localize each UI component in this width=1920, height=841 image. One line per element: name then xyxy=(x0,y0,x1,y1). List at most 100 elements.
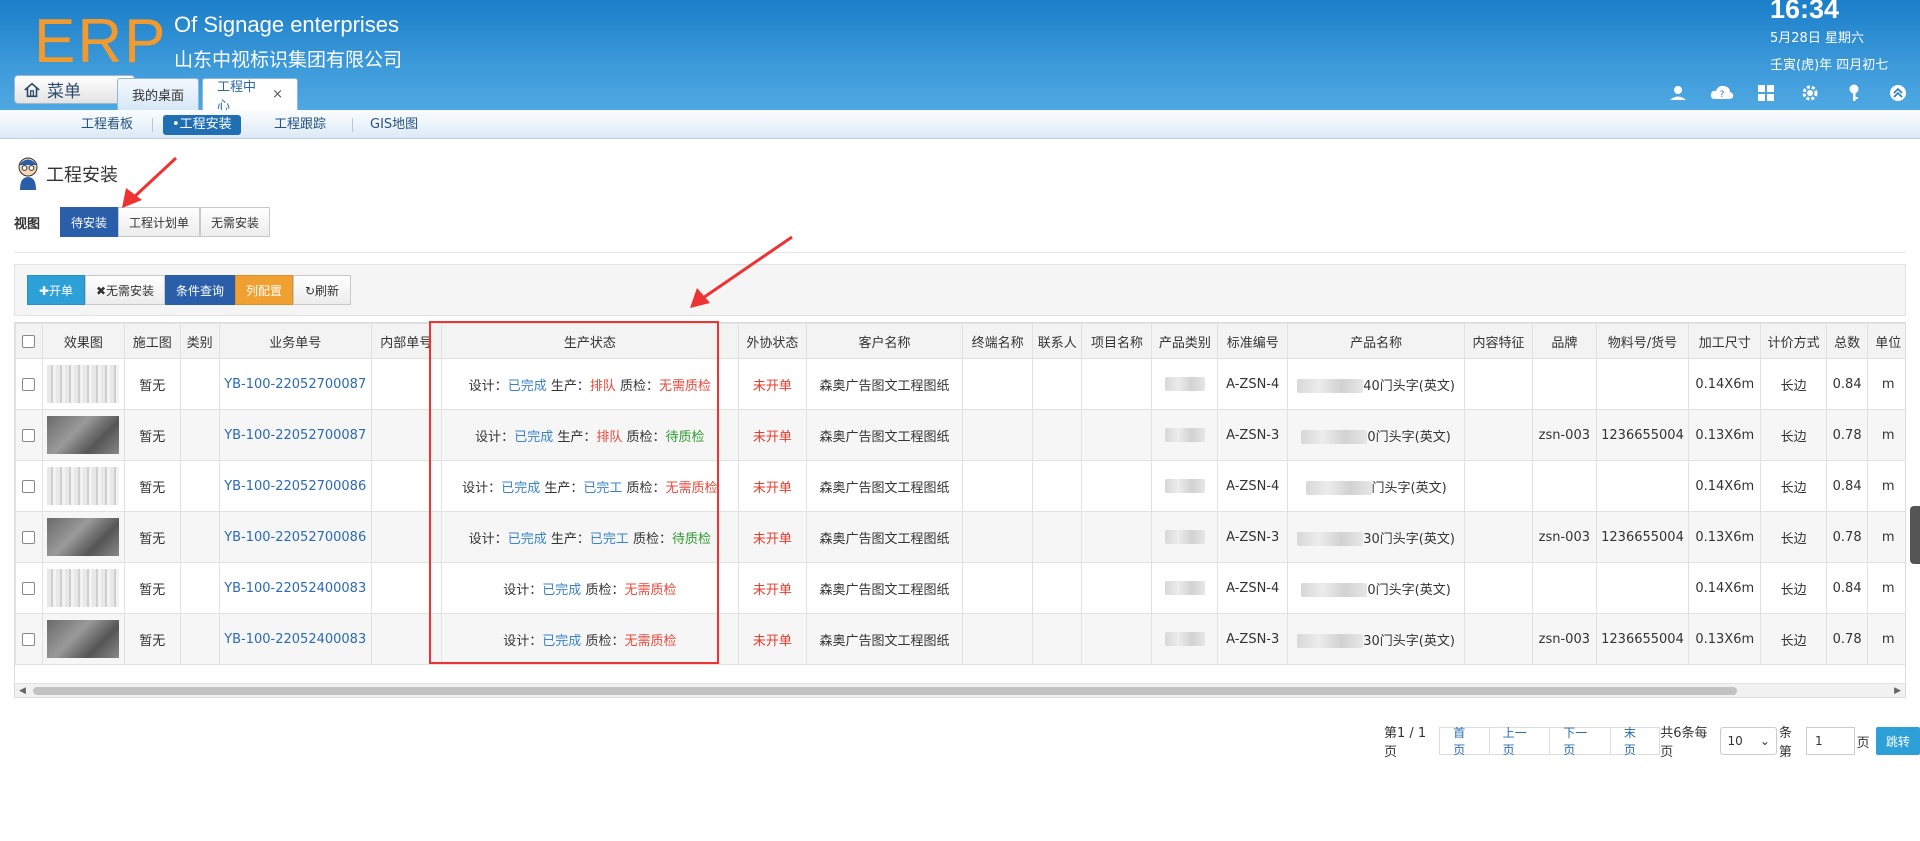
effect-thumbnail[interactable] xyxy=(47,569,120,607)
order-number-link[interactable]: YB-100-22052700086 xyxy=(224,479,366,494)
apps-grid-icon[interactable] xyxy=(1744,80,1788,106)
side-panel-handle[interactable] xyxy=(1910,506,1920,564)
table-row[interactable]: 暂无 YB-100-22052700087 设计：已完成 生产：排队 质检：待质检未… xyxy=(15,409,1905,461)
row-select-cell[interactable] xyxy=(15,358,43,410)
column-config-button[interactable]: 列配置 xyxy=(235,275,293,305)
view-project-plan-button[interactable]: 工程计划单 xyxy=(118,207,201,237)
refresh-button[interactable]: ↻刷新 xyxy=(293,275,351,305)
user-icon[interactable] xyxy=(1656,80,1700,106)
order-number-link[interactable]: YB-100-22052400083 xyxy=(224,581,366,596)
effect-image-cell[interactable] xyxy=(41,613,126,665)
cloud-help-icon[interactable]: ? xyxy=(1700,80,1744,106)
prev-page-button[interactable]: 上一页 xyxy=(1489,726,1551,757)
column-header[interactable]: 效果图 xyxy=(41,323,126,359)
select-all-cell[interactable] xyxy=(15,323,43,359)
row-select-cell[interactable] xyxy=(15,562,43,614)
table-row[interactable]: 暂无 YB-100-22052700087 设计：已完成 生产：排队 质检：无需质检… xyxy=(15,358,1905,410)
condition-query-button[interactable]: 条件查询 xyxy=(165,275,235,305)
order-number-cell[interactable]: YB-100-22052700086 xyxy=(218,460,372,512)
subnav-item-install[interactable]: •工程安装 xyxy=(163,115,241,135)
select-all-checkbox[interactable] xyxy=(22,334,36,348)
table-row[interactable]: 暂无 YB-100-22052400083 设计：已完成 质检：无需质检 未开单 森奥广… xyxy=(15,562,1905,614)
table-row[interactable]: 暂无 YB-100-22052700086 设计：已完成 生产：已完工 质检：待质检… xyxy=(15,511,1905,563)
column-header[interactable]: 施工图 xyxy=(124,323,181,359)
column-header[interactable]: 终端名称 xyxy=(962,323,1034,359)
order-number-link[interactable]: YB-100-22052700086 xyxy=(224,530,366,545)
row-checkbox[interactable] xyxy=(22,479,36,493)
row-checkbox[interactable] xyxy=(22,530,36,544)
column-header[interactable]: 客户名称 xyxy=(805,323,964,359)
order-number-link[interactable]: YB-100-22052700087 xyxy=(224,428,366,443)
row-checkbox[interactable] xyxy=(22,428,36,442)
no-install-button[interactable]: ✖无需安装 xyxy=(85,275,165,305)
row-checkbox[interactable] xyxy=(22,632,36,646)
effect-thumbnail[interactable] xyxy=(47,416,120,454)
effect-image-cell[interactable] xyxy=(41,562,126,614)
column-header[interactable]: 项目名称 xyxy=(1081,323,1153,359)
column-header[interactable]: 品牌 xyxy=(1531,323,1597,359)
column-header[interactable]: 产品名称 xyxy=(1287,323,1466,359)
column-header[interactable]: 内部单号 xyxy=(370,323,442,359)
page-size-select[interactable]: 10 ⌄ xyxy=(1720,727,1777,755)
product-name-cell: 0门头字(英文) xyxy=(1287,409,1466,461)
gear-icon[interactable] xyxy=(1788,80,1832,106)
horizontal-scrollbar[interactable]: ◀ ▶ xyxy=(15,683,1905,697)
order-number-link[interactable]: YB-100-22052400083 xyxy=(224,632,366,647)
table-row[interactable]: 暂无 YB-100-22052400083 设计：已完成 质检：无需质检 未开单 森奥广… xyxy=(15,613,1905,665)
scroll-left-icon[interactable]: ◀ xyxy=(19,686,26,696)
column-header[interactable]: 生产状态 xyxy=(440,323,739,359)
key-icon[interactable] xyxy=(1832,80,1876,106)
column-header[interactable]: 物料号/货号 xyxy=(1595,323,1690,359)
effect-image-cell[interactable] xyxy=(41,358,126,410)
view-pending-install-button[interactable]: 待安装 xyxy=(60,207,119,237)
column-header[interactable]: 总数 xyxy=(1826,323,1869,359)
column-header[interactable]: 单位 xyxy=(1867,323,1905,359)
row-select-cell[interactable] xyxy=(15,460,43,512)
order-number-cell[interactable]: YB-100-22052700087 xyxy=(218,409,372,461)
subnav-item-gis-map[interactable]: GIS地图 xyxy=(361,115,427,135)
effect-image-cell[interactable] xyxy=(41,460,126,512)
collapse-up-icon[interactable] xyxy=(1876,80,1920,106)
tab-engineering-center[interactable]: 工程中心 × xyxy=(202,78,298,114)
column-header[interactable]: 类别 xyxy=(179,323,220,359)
next-page-button[interactable]: 下一页 xyxy=(1550,726,1611,757)
order-number-cell[interactable]: YB-100-22052400083 xyxy=(218,562,372,614)
order-number-cell[interactable]: YB-100-22052700087 xyxy=(218,358,372,410)
table-row[interactable]: 暂无 YB-100-22052700086 设计：已完成 生产：已完工 质检：无需质… xyxy=(15,460,1905,512)
effect-image-cell[interactable] xyxy=(41,409,126,461)
effect-thumbnail[interactable] xyxy=(47,518,120,556)
row-checkbox[interactable] xyxy=(22,581,36,595)
scroll-right-icon[interactable]: ▶ xyxy=(1894,686,1901,696)
column-header[interactable]: 产品类别 xyxy=(1151,323,1219,359)
column-header[interactable]: 加工尺寸 xyxy=(1688,323,1762,359)
row-select-cell[interactable] xyxy=(15,613,43,665)
go-to-page-button[interactable]: 跳转 xyxy=(1875,727,1920,755)
row-select-cell[interactable] xyxy=(15,511,43,563)
row-checkbox[interactable] xyxy=(22,377,36,391)
column-header[interactable]: 业务单号 xyxy=(218,323,372,359)
first-page-button[interactable]: 首页 xyxy=(1439,726,1490,757)
row-select-cell[interactable] xyxy=(15,409,43,461)
effect-thumbnail[interactable] xyxy=(47,620,120,658)
column-header[interactable]: 内容特征 xyxy=(1464,323,1533,359)
effect-thumbnail[interactable] xyxy=(47,365,120,403)
pricing-cell: 长边 xyxy=(1760,358,1828,410)
effect-thumbnail[interactable] xyxy=(47,467,120,505)
column-header[interactable]: 标准编号 xyxy=(1217,323,1289,359)
page-number-input[interactable]: 1 xyxy=(1806,727,1855,755)
subnav-item-board[interactable]: 工程看板 xyxy=(72,115,142,135)
new-order-button[interactable]: ✚开单 xyxy=(27,275,85,305)
scrollbar-thumb[interactable] xyxy=(33,687,1737,695)
subnav-item-tracking[interactable]: 工程跟踪 xyxy=(265,115,335,135)
column-header[interactable]: 联系人 xyxy=(1032,323,1083,359)
column-header[interactable]: 外协状态 xyxy=(737,323,807,359)
column-header[interactable]: 计价方式 xyxy=(1760,323,1828,359)
tab-close-icon[interactable]: × xyxy=(272,87,283,102)
order-number-cell[interactable]: YB-100-22052400083 xyxy=(218,613,372,665)
order-number-link[interactable]: YB-100-22052700087 xyxy=(224,377,366,392)
effect-image-cell[interactable] xyxy=(41,511,126,563)
last-page-button[interactable]: 末页 xyxy=(1610,726,1661,757)
view-no-install-button[interactable]: 无需安装 xyxy=(200,207,271,237)
order-number-cell[interactable]: YB-100-22052700086 xyxy=(218,511,372,563)
tab-my-desktop[interactable]: 我的桌面 xyxy=(117,78,199,110)
